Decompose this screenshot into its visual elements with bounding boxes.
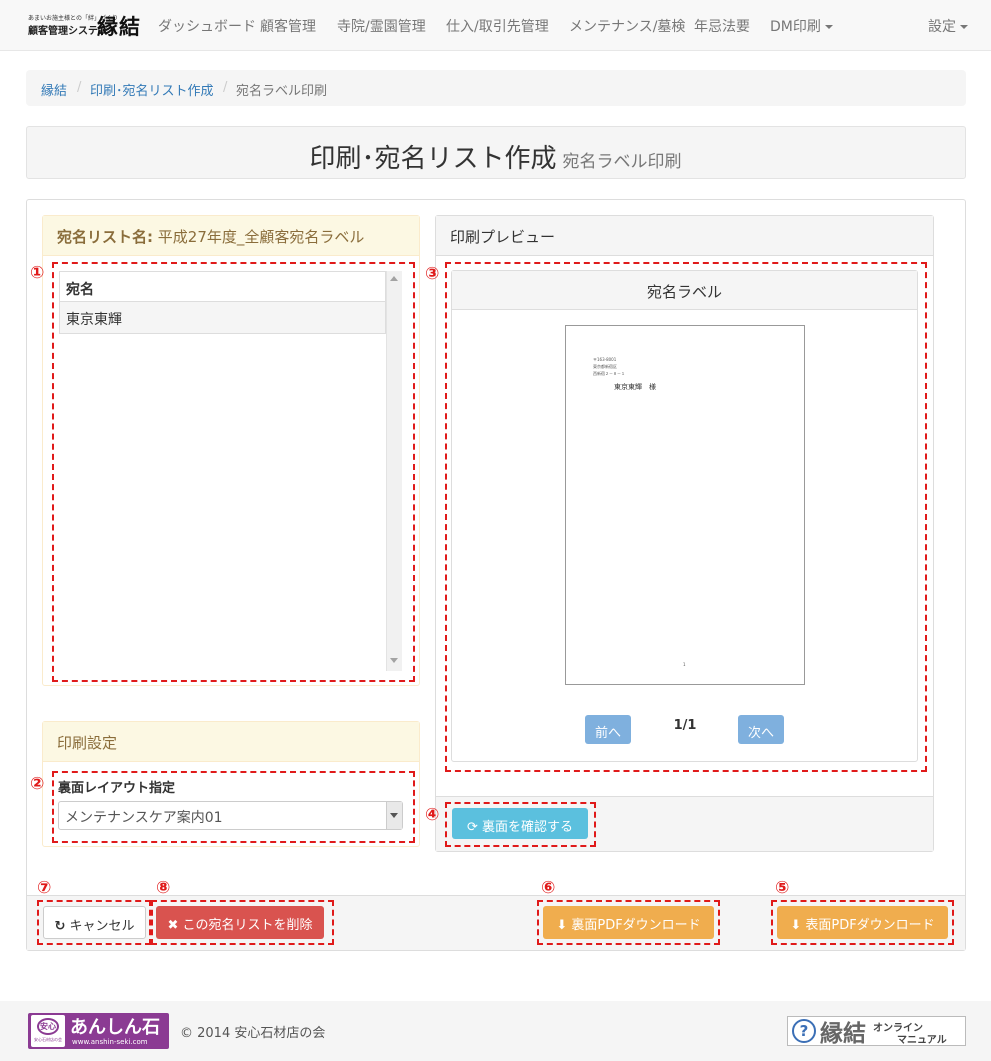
download-icon: ⬇ (790, 918, 802, 933)
caret-down-icon (960, 25, 968, 29)
label-address-line1: 東京都新宿区 (593, 364, 617, 369)
list-name-label: 宛名リスト名: (57, 228, 153, 246)
page-title-text: 印刷･宛名リスト作成 (309, 144, 557, 174)
label-recipient-name: 東京東輝 様 (614, 383, 656, 391)
nav-dm-print[interactable]: DM印刷 (770, 16, 833, 36)
scroll-down-icon[interactable] (390, 658, 398, 663)
cancel-button[interactable]: ↻ キャンセル (43, 906, 146, 939)
annotation-number-5: ⑤ (775, 878, 790, 898)
breadcrumb-separator: / (223, 80, 228, 95)
annotation-number-1: ① (30, 263, 45, 283)
nav-dashboard[interactable]: ダッシュボード (158, 16, 256, 36)
check-back-button[interactable]: ⟳ 裏面を確認する (452, 808, 588, 839)
help-icon: ? (792, 1019, 816, 1043)
chevron-down-icon (390, 813, 398, 818)
nav-memorial[interactable]: 年忌法要 (694, 16, 750, 36)
breadcrumb-home[interactable]: 縁結 (41, 80, 67, 99)
nav-maintenance[interactable]: メンテナンス/墓検 (569, 16, 685, 36)
nav-settings-label: 設定 (928, 19, 956, 35)
nav-dm-print-label: DM印刷 (770, 19, 821, 35)
back-pdf-label: 裏面PDFダウンロード (571, 918, 701, 933)
next-page-button[interactable]: 次へ (738, 715, 784, 744)
front-pdf-label: 表面PDFダウンロード (805, 918, 935, 933)
close-icon: ✖ (167, 918, 179, 933)
cancel-label: キャンセル (69, 919, 135, 934)
manual-label-line2: マニュアル (897, 1035, 947, 1046)
annotation-number-7: ⑦ (37, 878, 52, 898)
check-back-label: 裏面を確認する (482, 820, 574, 835)
print-settings-heading: 印刷設定 (43, 722, 419, 762)
nav-suppliers[interactable]: 仕入/取引先管理 (446, 16, 549, 36)
label-paper-preview (565, 325, 805, 685)
anshin-logo-text: あんしん石 (70, 1017, 160, 1038)
nav-temples[interactable]: 寺院/霊園管理 (337, 16, 426, 36)
label-preview-heading: 宛名ラベル (452, 271, 917, 310)
page-subtitle: 宛名ラベル印刷 (562, 152, 682, 172)
back-pdf-download-button[interactable]: ⬇ 裏面PDFダウンロード (543, 906, 714, 939)
brand-system-name: 顧客管理システム (28, 26, 108, 37)
download-icon: ⬇ (556, 918, 568, 933)
list-name-value: 平成27年度_全顧客宛名ラベル (157, 228, 365, 246)
layout-label: 裏面レイアウト指定 (58, 781, 176, 796)
refresh-icon: ⟳ (466, 820, 478, 835)
label-address-line2: 西新宿２－８－１ (593, 371, 625, 376)
annotation-number-4: ④ (425, 805, 440, 825)
table-column-header: 宛名 (59, 271, 386, 302)
layout-select[interactable]: メンテナンスケア案内01 (58, 801, 403, 830)
breadcrumb-separator: / (77, 80, 82, 95)
list-scrollbar[interactable] (386, 271, 402, 671)
caret-down-icon (824, 25, 833, 29)
annotation-number-8: ⑧ (156, 878, 171, 898)
annotation-number-6: ⑥ (541, 878, 556, 898)
page-title: 印刷･宛名リスト作成 宛名ラベル印刷 (0, 138, 991, 175)
delete-list-button[interactable]: ✖ この宛名リストを削除 (156, 906, 324, 939)
scroll-up-icon[interactable] (390, 276, 398, 281)
anshin-badge-sub: 安心石材店の会 (34, 1037, 62, 1042)
label-page-mark: 1 (683, 662, 686, 667)
anshin-logo-badge: 安心 安心石材店の会 (31, 1015, 65, 1047)
recipient-list-heading: 宛名リスト名: 平成27年度_全顧客宛名ラベル (43, 216, 419, 256)
breadcrumb-parent[interactable]: 印刷･宛名リスト作成 (90, 80, 214, 99)
anshin-logo-url: www.anshin-seki.com (72, 1038, 148, 1046)
nav-settings[interactable]: 設定 (928, 16, 968, 36)
nav-customers[interactable]: 顧客管理 (260, 16, 316, 36)
anshin-badge-text: 安心 (37, 1018, 59, 1035)
annotation-number-3: ③ (425, 264, 440, 284)
brand-logo[interactable]: 縁結 (97, 11, 141, 41)
table-row[interactable]: 東京東輝 (59, 302, 386, 334)
prev-page-button[interactable]: 前へ (585, 715, 631, 744)
delete-list-label: この宛名リストを削除 (182, 918, 313, 933)
annotation-number-2: ② (30, 774, 45, 794)
page-counter: 1/1 (673, 718, 697, 733)
label-postal-code: 〒163-8001 (593, 357, 617, 362)
print-preview-heading: 印刷プレビュー (436, 216, 933, 256)
copyright-text: © 2014 安心石材店の会 (180, 1026, 326, 1041)
breadcrumb-current: 宛名ラベル印刷 (236, 84, 328, 99)
refresh-icon: ↻ (54, 919, 66, 934)
front-pdf-download-button[interactable]: ⬇ 表面PDFダウンロード (777, 906, 948, 939)
manual-brand: 縁結 (820, 1020, 866, 1047)
